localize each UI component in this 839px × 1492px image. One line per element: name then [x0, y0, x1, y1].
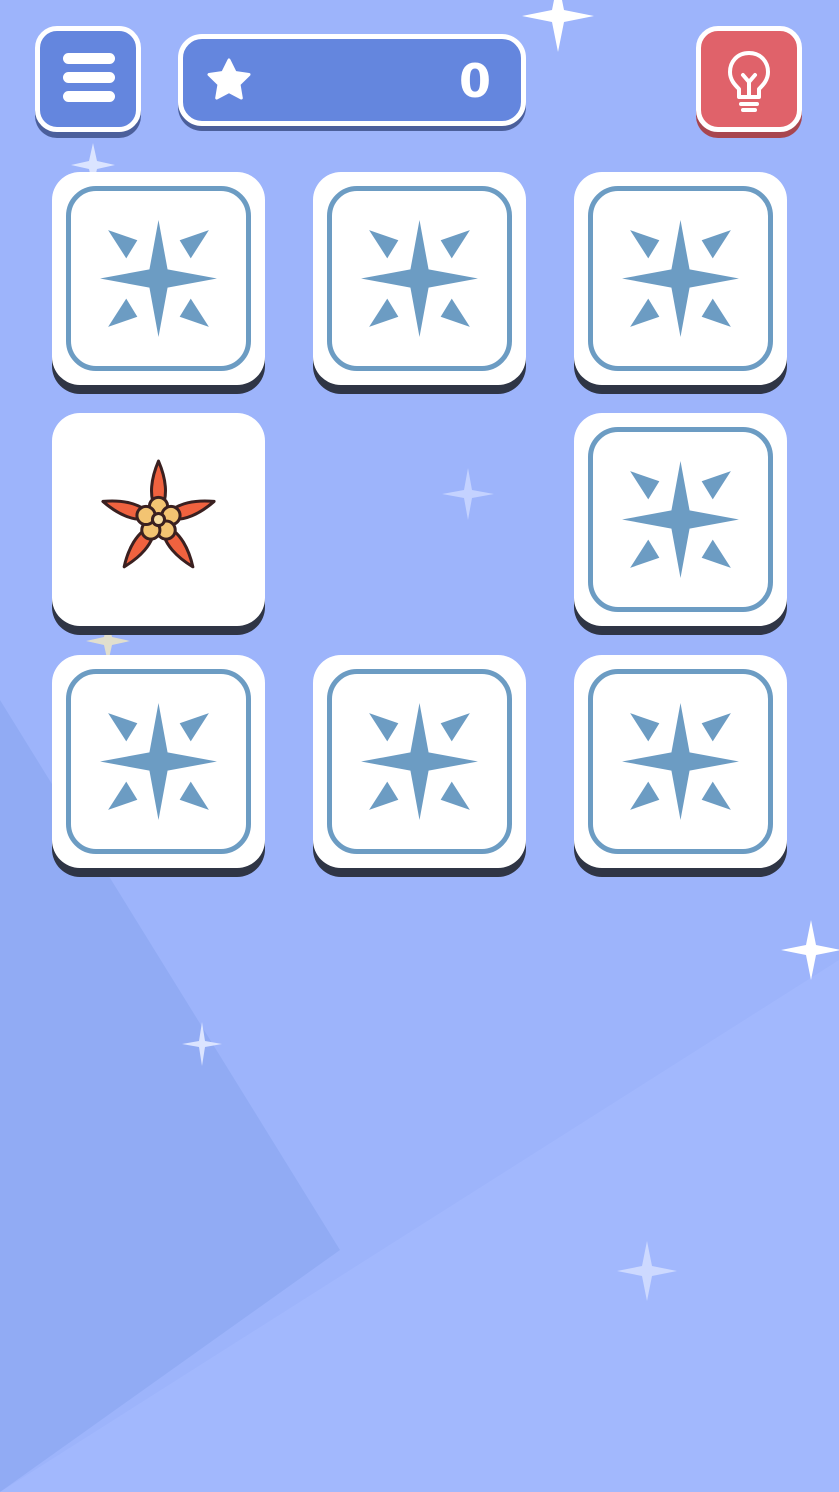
- card-grid: [0, 0, 839, 900]
- card-facedown[interactable]: [313, 172, 526, 385]
- sparkle-icon: [781, 920, 839, 980]
- flower-icon: [101, 459, 216, 569]
- sparkle-icon: [617, 1241, 677, 1301]
- card-facedown[interactable]: [313, 655, 526, 868]
- compass-star-icon: [622, 703, 739, 820]
- compass-star-icon: [622, 461, 739, 578]
- card-facedown[interactable]: [574, 413, 787, 626]
- compass-star-icon: [361, 220, 478, 337]
- compass-star-icon: [361, 703, 478, 820]
- card-facedown[interactable]: [52, 172, 265, 385]
- card-faceup[interactable]: [52, 413, 265, 626]
- card-facedown[interactable]: [574, 655, 787, 868]
- compass-star-icon: [622, 220, 739, 337]
- compass-star-icon: [100, 703, 217, 820]
- sparkle-icon: [182, 1022, 222, 1066]
- card-facedown[interactable]: [574, 172, 787, 385]
- card-facedown[interactable]: [52, 655, 265, 868]
- compass-star-icon: [100, 220, 217, 337]
